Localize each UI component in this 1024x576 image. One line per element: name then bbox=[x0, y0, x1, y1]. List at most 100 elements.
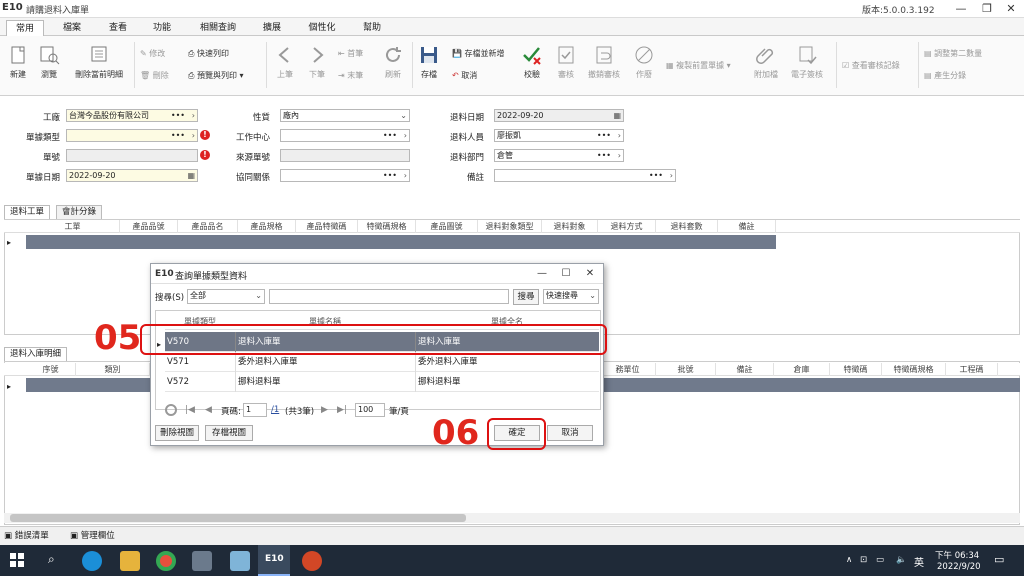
browse-button[interactable]: 瀏覽 bbox=[34, 44, 64, 80]
column-header[interactable]: 工程碼 bbox=[946, 363, 998, 376]
first-page-icon[interactable]: |◀ bbox=[185, 405, 195, 415]
delete-view-button[interactable]: 刪除視圖 bbox=[155, 425, 199, 441]
column-header[interactable]: 備註 bbox=[716, 363, 774, 376]
table-row[interactable]: V571 委外退料入庫單 委外退料入庫單 bbox=[165, 352, 599, 372]
lookup-icon[interactable]: ••• bbox=[649, 170, 663, 181]
adjust-qty-button[interactable]: ▤ 調整第二數量 bbox=[924, 48, 982, 59]
save-new-button[interactable]: 💾 存檔並新增 bbox=[452, 48, 505, 59]
search-button[interactable]: 搜尋 bbox=[513, 289, 539, 305]
refresh-button[interactable]: 刷新 bbox=[380, 44, 406, 80]
attach-button[interactable]: 附加檔 bbox=[750, 44, 782, 80]
validate-button[interactable]: 校驗 bbox=[518, 44, 546, 80]
powerpoint-icon[interactable] bbox=[302, 551, 322, 571]
nature-select[interactable]: 廠內 ⌄ bbox=[280, 109, 410, 122]
void-button[interactable]: 作廢 bbox=[630, 44, 658, 80]
error-list-tab[interactable]: ▣ 錯誤清單 bbox=[4, 529, 49, 541]
lookup-icon[interactable]: ••• bbox=[597, 130, 611, 141]
minimize-icon[interactable]: — bbox=[950, 1, 972, 17]
page-total-link[interactable]: /1 bbox=[271, 405, 279, 415]
tab-return-workorder[interactable]: 退料工單 bbox=[4, 205, 51, 219]
column-header[interactable]: 退料對象類型 bbox=[478, 220, 542, 233]
input-language[interactable]: 英 bbox=[914, 554, 924, 569]
docno-field[interactable] bbox=[66, 149, 198, 162]
remark-field[interactable]: ••• › bbox=[494, 169, 676, 182]
first-button[interactable]: ⇤ 首筆 bbox=[338, 48, 363, 59]
column-header[interactable]: 特徵碼規格 bbox=[358, 220, 416, 233]
page-size-input[interactable]: 100 bbox=[355, 403, 385, 417]
audit-button[interactable]: 審核 bbox=[552, 44, 580, 80]
lookup-icon[interactable]: ••• bbox=[171, 130, 185, 141]
table-row[interactable]: V572 挪料退料單 挪料退料單 bbox=[165, 372, 599, 392]
clock-date[interactable]: 2022/9/20 bbox=[937, 562, 981, 572]
column-header[interactable]: 類別 bbox=[76, 363, 150, 376]
retdate-field[interactable]: 2022-09-20 ▦ bbox=[494, 109, 624, 122]
calendar-icon[interactable]: ▦ bbox=[187, 170, 195, 181]
horizontal-scrollbar[interactable] bbox=[4, 513, 1020, 523]
edge-icon[interactable] bbox=[82, 551, 102, 571]
coop-field[interactable]: ••• › bbox=[280, 169, 410, 182]
column-header[interactable]: 產品圖號 bbox=[416, 220, 478, 233]
scrollbar-thumb[interactable] bbox=[10, 514, 466, 522]
tab-return-details[interactable]: 退料入庫明細 bbox=[4, 347, 68, 361]
column-header[interactable]: 工單 bbox=[26, 220, 120, 233]
tab-view[interactable]: 查看 bbox=[100, 20, 136, 36]
calendar-icon[interactable]: ▦ bbox=[613, 110, 621, 121]
column-header[interactable]: 退料方式 bbox=[598, 220, 656, 233]
lookup-icon[interactable]: ••• bbox=[383, 170, 397, 181]
column-header[interactable]: 務單位 bbox=[600, 363, 656, 376]
retdept-field[interactable]: 倉管 ••• › bbox=[494, 149, 624, 162]
column-header[interactable]: 退料套數 bbox=[656, 220, 718, 233]
column-header[interactable]: 產品特徵碼 bbox=[296, 220, 358, 233]
doctype-field[interactable]: ••• › bbox=[66, 129, 198, 142]
calculator-icon[interactable] bbox=[192, 551, 212, 571]
audit-log-button[interactable]: ☑ 查看審核記錄 bbox=[842, 60, 900, 71]
tab-help[interactable]: 幫助 bbox=[354, 20, 390, 36]
tray-volume-icon[interactable]: 🔈 bbox=[896, 555, 907, 565]
search-input[interactable] bbox=[269, 289, 509, 304]
tray-network-icon[interactable]: ⊡ bbox=[860, 555, 867, 565]
column-header[interactable]: 特徵碼 bbox=[830, 363, 882, 376]
save-view-button[interactable]: 存檔視圖 bbox=[205, 425, 253, 441]
next-button[interactable]: 下筆 bbox=[304, 44, 330, 80]
new-button[interactable]: 新建 bbox=[4, 44, 32, 80]
prev-page-icon[interactable]: ◀ bbox=[205, 405, 212, 415]
notification-icon[interactable]: ▭ bbox=[994, 553, 1004, 566]
copy-prev-button[interactable]: ▦ 複製前置單據 ▾ bbox=[666, 60, 731, 71]
factory-field[interactable]: 台灣今品股份有限公司 ••• › bbox=[66, 109, 198, 122]
lookup-icon[interactable]: ••• bbox=[171, 110, 185, 121]
column-header[interactable]: 退料對象 bbox=[542, 220, 598, 233]
tab-related-query[interactable]: 相關查詢 bbox=[190, 20, 246, 36]
prev-button[interactable]: 上筆 bbox=[272, 44, 298, 80]
restore-icon[interactable]: ❐ bbox=[976, 1, 998, 17]
modify-button[interactable]: ✎ 修改 bbox=[140, 48, 165, 59]
table-row[interactable] bbox=[26, 235, 776, 249]
column-header[interactable]: 產品品名 bbox=[178, 220, 238, 233]
delete-button[interactable]: 🗑 刪除 bbox=[140, 70, 169, 81]
tab-home[interactable]: 常用 bbox=[6, 20, 44, 36]
delete-details-button[interactable]: 刪除當前明細 bbox=[68, 44, 130, 80]
last-page-icon[interactable]: ▶| bbox=[337, 405, 347, 415]
e10-app-icon[interactable]: E10 bbox=[258, 545, 290, 576]
tab-accounting[interactable]: 會計分錄 bbox=[56, 205, 103, 219]
unaudit-button[interactable]: 撤銷審核 bbox=[584, 44, 624, 80]
tray-chevron-icon[interactable]: ∧ bbox=[846, 555, 852, 565]
windows-start-icon[interactable] bbox=[10, 553, 24, 567]
maximize-icon[interactable]: ☐ bbox=[559, 267, 573, 281]
gen-batch-button[interactable]: ▤ 產生分錄 bbox=[924, 70, 966, 81]
tab-extend[interactable]: 擴展 bbox=[254, 20, 290, 36]
docdate-field[interactable]: 2022-09-20 ▦ bbox=[66, 169, 198, 182]
last-button[interactable]: ⇥ 末筆 bbox=[338, 70, 363, 81]
quick-search-select[interactable]: 快速搜尋 ⌄ bbox=[543, 289, 599, 304]
column-header[interactable]: 倉庫 bbox=[774, 363, 830, 376]
search-scope-select[interactable]: 全部 ⌄ bbox=[187, 289, 265, 304]
manage-fields-tab[interactable]: ▣ 管理欄位 bbox=[70, 529, 115, 541]
save-button[interactable]: 存檔 bbox=[416, 44, 442, 80]
cancel-button[interactable]: 取消 bbox=[547, 425, 593, 441]
tray-display-icon[interactable]: ▭ bbox=[876, 555, 884, 565]
tab-file[interactable]: 檔案 bbox=[52, 20, 92, 36]
tab-personalize[interactable]: 個性化 bbox=[298, 20, 346, 36]
column-header[interactable]: 產品品號 bbox=[120, 220, 178, 233]
next-page-icon[interactable]: ▶ bbox=[321, 405, 328, 415]
source-field[interactable] bbox=[280, 149, 410, 162]
column-header[interactable]: 批號 bbox=[656, 363, 716, 376]
